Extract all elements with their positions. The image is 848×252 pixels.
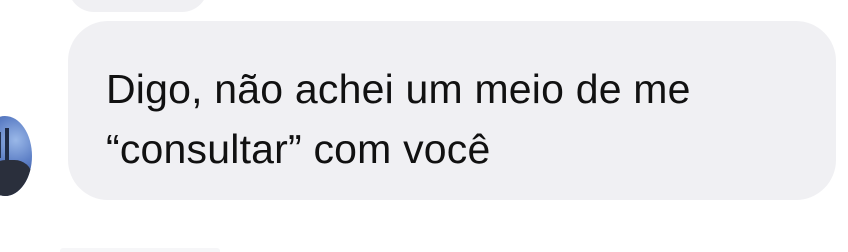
next-message-hint: [60, 248, 220, 252]
avatar-detail: [0, 132, 1, 158]
avatar-detail: [5, 128, 9, 160]
previous-message-bubble[interactable]: [68, 0, 208, 12]
message-text: Digo, não achei um meio de me “consultar…: [106, 66, 691, 172]
chat-thread: Digo, não achei um meio de me “consultar…: [0, 0, 848, 252]
sender-avatar[interactable]: [0, 116, 32, 196]
avatar-detail: [0, 160, 32, 196]
message-bubble[interactable]: Digo, não achei um meio de me “consultar…: [68, 21, 836, 200]
